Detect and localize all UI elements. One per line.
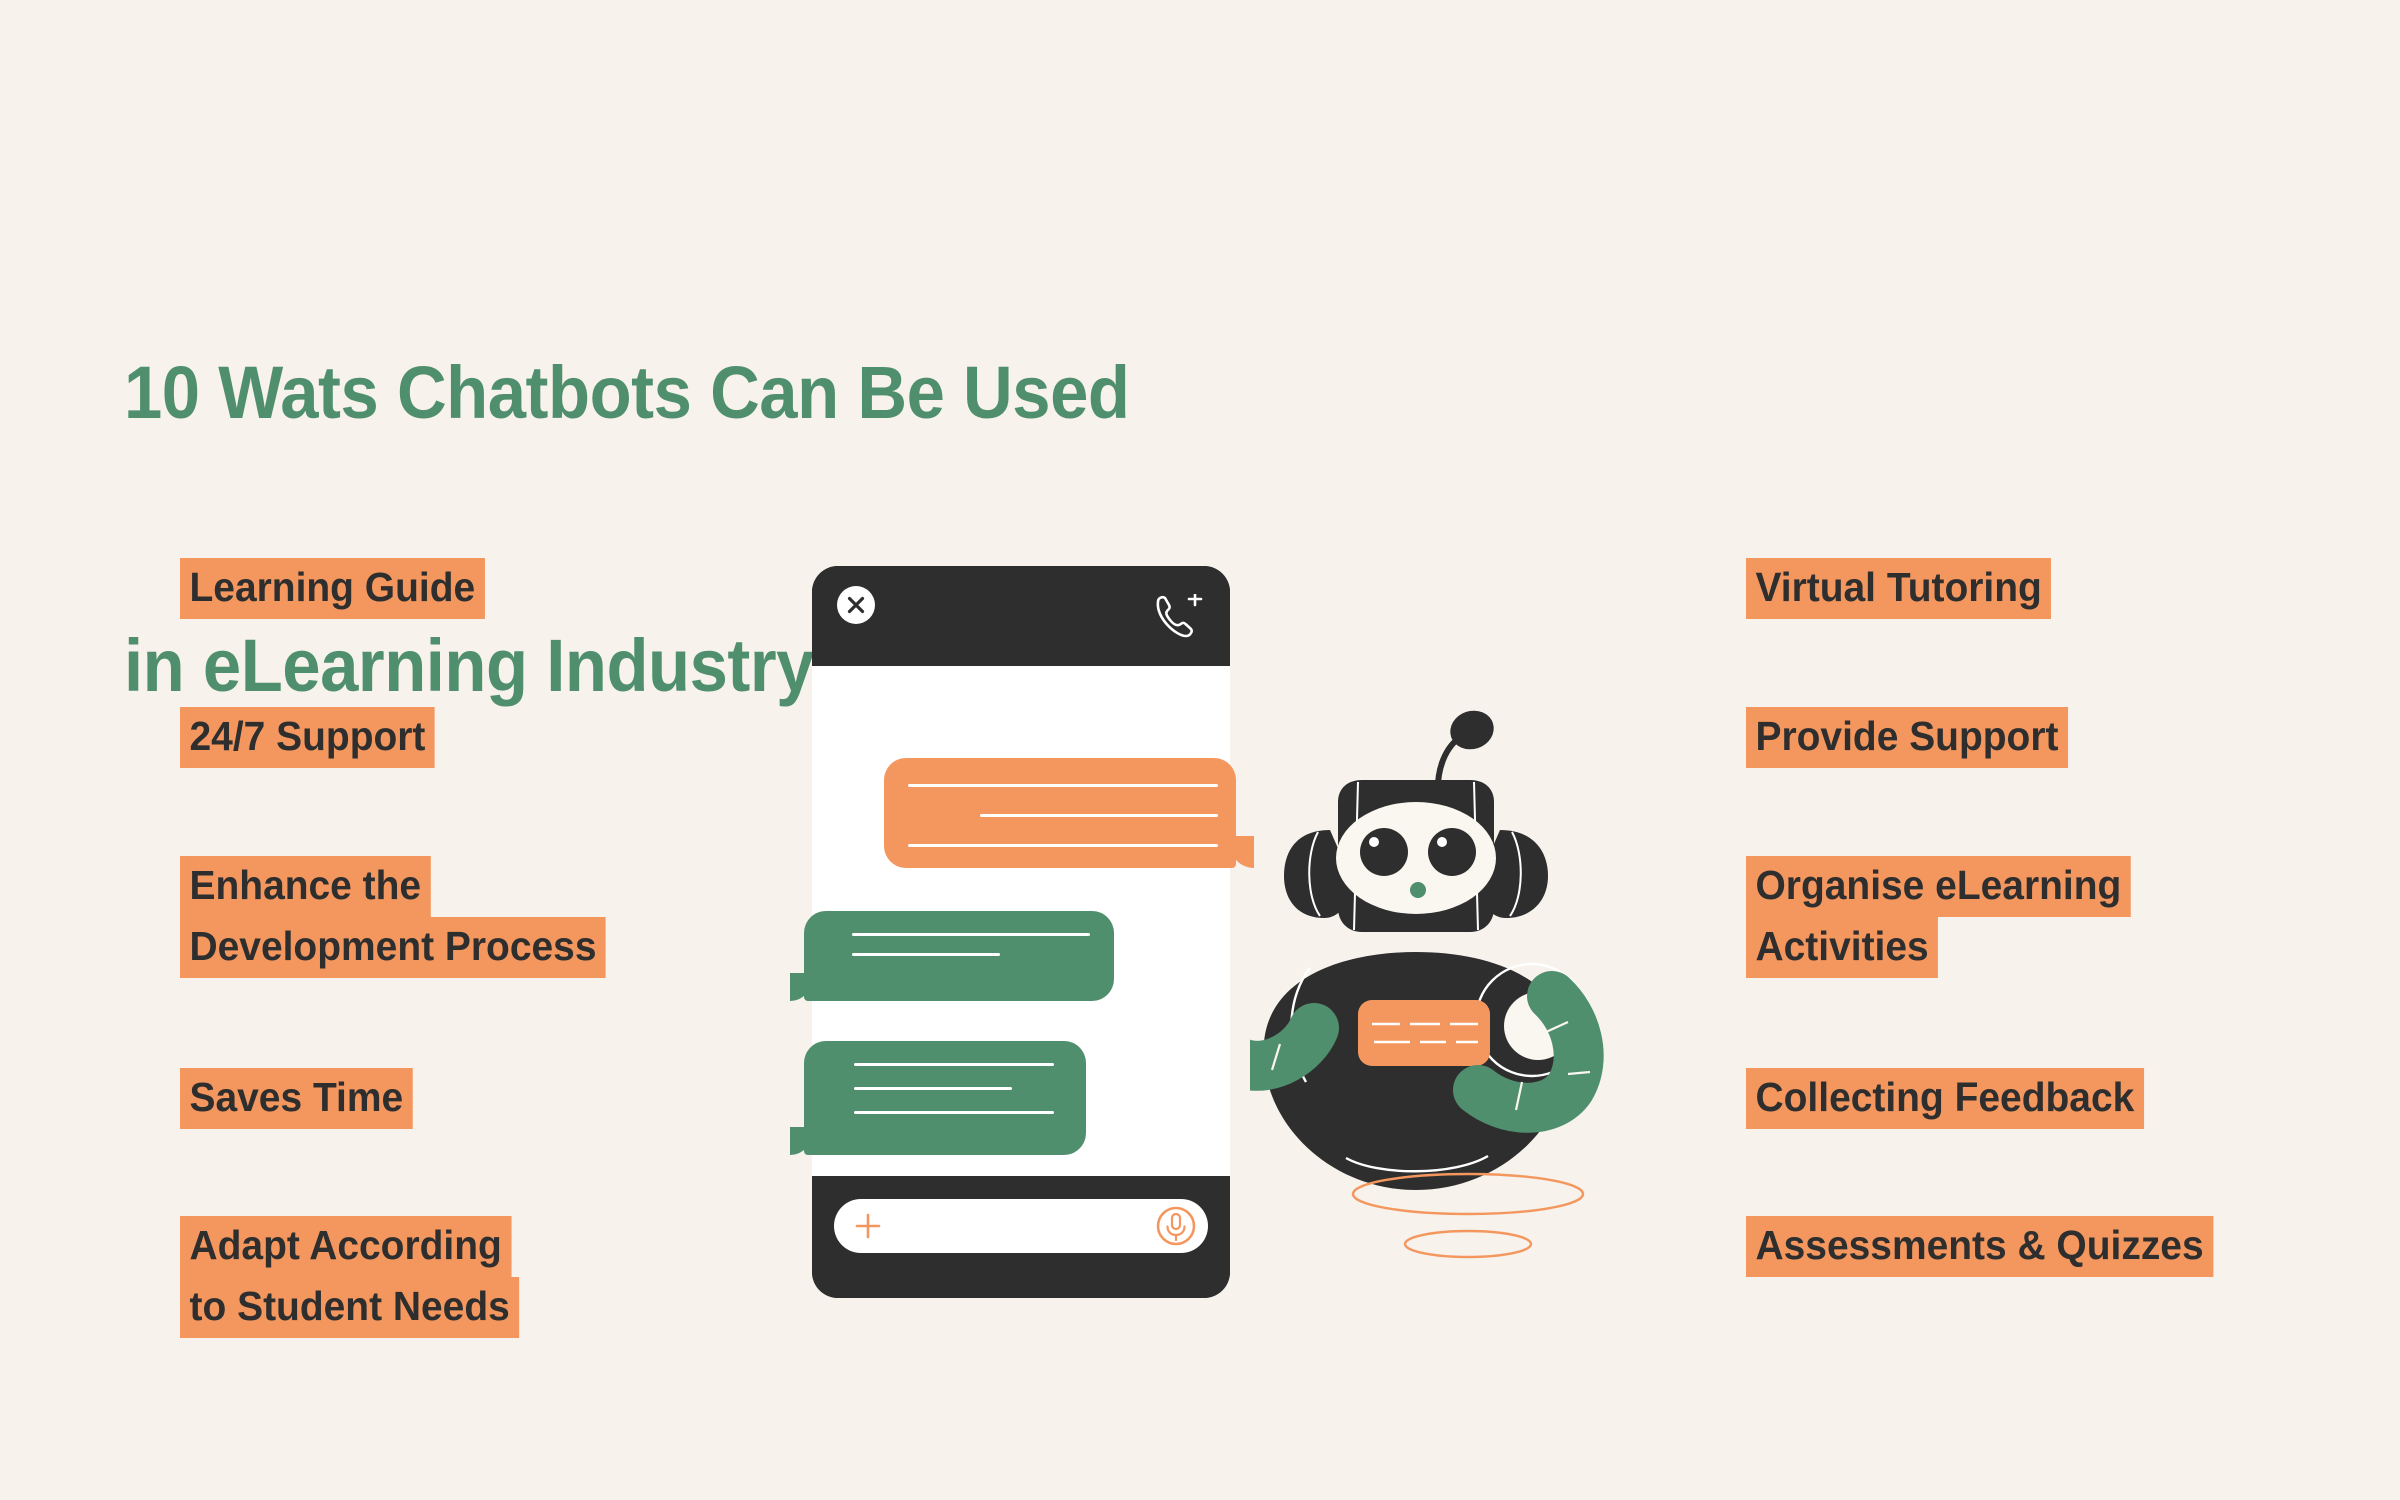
feature-assessments-quizzes[interactable]: Assessments & Quizzes (1746, 1216, 2366, 1277)
robot-eye-left (1360, 828, 1408, 876)
robot-nose (1410, 882, 1426, 898)
chat-message-area (790, 666, 1254, 1206)
feature-label: Virtual Tutoring (1746, 558, 2052, 619)
feature-label: 24/7 Support (180, 707, 435, 768)
page-title-line-1: 10 Wats Chatbots Can Be Used (124, 351, 1130, 435)
bubble-text-line (852, 953, 1000, 956)
feature-saves-time[interactable]: Saves Time (180, 1068, 800, 1129)
feature-provide-support[interactable]: Provide Support (1746, 707, 2366, 768)
plus-icon[interactable] (854, 1212, 882, 1240)
chat-bubble-incoming (790, 911, 1114, 1001)
hover-ring-inner (1403, 1229, 1533, 1259)
bubble-text-line (908, 784, 1218, 787)
chat-header (812, 566, 1230, 666)
bubble-text-line (854, 1111, 1054, 1114)
robot-eye-right (1428, 828, 1476, 876)
close-icon[interactable] (837, 586, 875, 624)
feature-adapt-student-needs[interactable]: Adapt According to Student Needs (180, 1216, 800, 1338)
bubble-text-line (852, 933, 1090, 936)
feature-label: Activities (1746, 917, 1939, 978)
feature-label: Collecting Feedback (1746, 1068, 2144, 1129)
hover-ring-outer (1351, 1172, 1585, 1216)
feature-enhance-development[interactable]: Enhance the Development Process (180, 856, 800, 978)
feature-collecting-feedback[interactable]: Collecting Feedback (1746, 1068, 2366, 1129)
bubble-text-line (854, 1063, 1054, 1066)
chest-screen (1358, 1000, 1490, 1066)
feature-label: Organise eLearning (1746, 856, 2131, 917)
phone-add-icon[interactable] (1152, 591, 1204, 642)
feature-24-7-support[interactable]: 24/7 Support (180, 707, 800, 768)
hover-rings (1318, 1160, 1618, 1280)
robot-head (1336, 780, 1496, 932)
feature-label: Assessments & Quizzes (1746, 1216, 2214, 1277)
feature-label: to Student Needs (180, 1277, 520, 1338)
message-input[interactable] (834, 1199, 1208, 1253)
chat-bubble-incoming (790, 1041, 1086, 1155)
microphone-icon[interactable] (1153, 1203, 1199, 1249)
feature-learning-guide[interactable]: Learning Guide (180, 558, 800, 619)
feature-label: Learning Guide (180, 558, 485, 619)
bubble-text-line (854, 1087, 1012, 1090)
feature-label: Provide Support (1746, 707, 2068, 768)
infographic-canvas: 10 Wats Chatbots Can Be Used in eLearnin… (0, 0, 2400, 1500)
feature-label: Adapt According (180, 1216, 512, 1277)
feature-label: Saves Time (180, 1068, 413, 1129)
feature-label: Enhance the (180, 856, 431, 917)
feature-label: Development Process (180, 917, 606, 978)
bubble-text-line (908, 844, 1218, 847)
feature-organise-elearning[interactable]: Organise eLearning Activities (1746, 856, 2366, 978)
feature-virtual-tutoring[interactable]: Virtual Tutoring (1746, 558, 2366, 619)
chat-bubble-outgoing (884, 758, 1254, 868)
bubble-text-line (980, 814, 1218, 817)
phone-mockup (790, 566, 1254, 1298)
chat-input-bar (812, 1176, 1230, 1298)
